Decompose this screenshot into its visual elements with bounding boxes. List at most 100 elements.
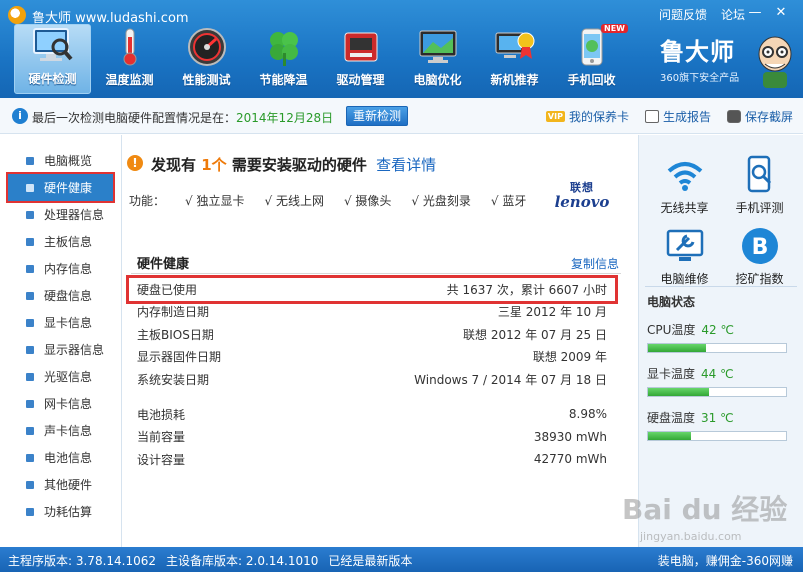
bullet-icon (26, 454, 34, 462)
temp-fill (648, 388, 709, 396)
tool-phone-recycle[interactable]: 手机回收 NEW (553, 24, 630, 94)
db-version: 主设备库版本: 2.0.14.1010 (166, 554, 319, 568)
section-divider (131, 273, 621, 274)
table-row: 电池损耗 8.98% (137, 407, 607, 422)
svg-text:B: B (751, 235, 768, 260)
sidebar-item-battery[interactable]: 电池信息 (0, 444, 121, 471)
vip-icon: VIP (545, 111, 565, 122)
feature-item: √ 光盘刻录 (411, 194, 471, 208)
info-bar: i 最后一次检测电脑硬件配置情况是在：2014年12月28日 重新检测 VIP … (0, 98, 803, 134)
brand-name: 鲁大师 (660, 37, 735, 66)
tool-temperature[interactable]: 温度监测 (91, 24, 168, 94)
last-check-date: 2014年12月28日 (236, 111, 334, 125)
disk-temp: 硬盘温度 31 ℃ (647, 409, 787, 441)
tool-energy-save[interactable]: 节能降温 (245, 24, 322, 94)
close-button[interactable]: ✕ (771, 4, 791, 22)
bullet-icon (26, 373, 34, 381)
bullet-icon (26, 265, 34, 273)
warranty-card-link[interactable]: VIP 我的保养卡 (545, 108, 629, 125)
sidebar-item-disk[interactable]: 硬盘信息 (0, 282, 121, 309)
bullet-icon (26, 481, 34, 489)
generate-report-link[interactable]: 生成报告 (644, 108, 711, 125)
new-badge: NEW (601, 24, 628, 33)
copy-info-link[interactable]: 复制信息 (571, 255, 619, 272)
brand: 鲁大师 360旗下安全产品 (660, 32, 750, 84)
phone-icon (570, 27, 614, 67)
health-table: 硬盘已使用共 1637 次，累计 6607 小时 内存制造日期 三星 2012 年… (126, 275, 618, 391)
sidebar-item-display[interactable]: 显示器信息 (0, 336, 121, 363)
bullet-icon (26, 400, 34, 408)
minimize-button[interactable]: — (745, 4, 765, 22)
sidebar-item-cpu[interactable]: 处理器信息 (0, 201, 121, 228)
pc-repair-tile[interactable]: 电脑维修 (647, 226, 722, 287)
driver-headline: 发现有 1个 需要安装驱动的硬件 查看详情 (151, 156, 437, 174)
sidebar-item-gpu[interactable]: 显卡信息 (0, 309, 121, 336)
document-icon (644, 110, 659, 123)
table-row: 显示器固件日期 联想 2009 年 (137, 350, 607, 365)
ludashi-logo-icon (8, 6, 26, 24)
gpu-temp: 显卡温度 44 ℃ (647, 365, 787, 397)
sidebar-item-hardware-health[interactable]: 硬件健康 (6, 172, 115, 203)
bullet-icon (26, 184, 34, 192)
sidebar-item-power[interactable]: 功耗估算 (0, 498, 121, 525)
recheck-button[interactable]: 重新检测 (346, 106, 408, 126)
bullet-icon (26, 346, 34, 354)
bullet-icon (26, 508, 34, 516)
bullet-icon (26, 211, 34, 219)
forum-link[interactable]: 论坛 (721, 6, 745, 23)
tool-label: 驱动管理 (336, 73, 385, 87)
sidebar-item-network[interactable]: 网卡信息 (0, 390, 121, 417)
info-links: VIP 我的保养卡 生成报告 保存截屏 (545, 108, 793, 125)
feature-item: √ 蓝牙 (490, 194, 527, 208)
pc-award-icon (493, 27, 537, 67)
wifi-icon (662, 155, 708, 195)
bitcoin-icon: B (737, 226, 783, 266)
tool-driver-manage[interactable]: 驱动管理 (322, 24, 399, 94)
sidebar-item-memory[interactable]: 内存信息 (0, 255, 121, 282)
info-icon: i (12, 108, 28, 124)
sidebar-item-other[interactable]: 其他硬件 (0, 471, 121, 498)
tool-label: 性能测试 (182, 73, 231, 87)
sidebar-item-overview[interactable]: 电脑概览 (0, 147, 121, 174)
tool-label: 新机推荐 (490, 73, 539, 87)
last-check-text: 最后一次检测电脑硬件配置情况是在：2014年12月28日 (32, 111, 334, 125)
title-bar: 鲁大师 www.ludashi.com 问题反馈 论坛 — ✕ 硬件检测 温度监… (0, 0, 803, 98)
section-title: 硬件健康 (137, 257, 190, 272)
tool-new-pc[interactable]: 新机推荐 (476, 24, 553, 94)
feedback-link[interactable]: 问题反馈 (659, 6, 707, 23)
cpu-temp-bar (647, 343, 787, 353)
bullet-icon (26, 427, 34, 435)
temp-fill (648, 344, 706, 352)
mining-index-tile[interactable]: B 挖矿指数 (722, 226, 797, 287)
earn-commission-link[interactable]: 装电脑，赚佣金-360网赚 (658, 552, 793, 569)
tool-label: 手机回收 (567, 73, 616, 87)
feature-item: √ 无线上网 (264, 194, 324, 208)
wifi-share-tile[interactable]: 无线共享 (647, 155, 722, 216)
save-screenshot-link[interactable]: 保存截屏 (726, 108, 793, 125)
tool-label: 电脑优化 (413, 73, 462, 87)
bullet-icon (26, 157, 34, 165)
table-row: 设计容量 42770 mWh (137, 452, 607, 467)
tool-performance[interactable]: 性能测试 (168, 24, 245, 94)
table-row: 硬盘已使用共 1637 次，累计 6607 小时 (126, 275, 618, 304)
phone-benchmark-tile[interactable]: 手机评测 (722, 155, 797, 216)
sidebar-item-sound[interactable]: 声卡信息 (0, 417, 121, 444)
view-details-link[interactable]: 查看详情 (376, 156, 436, 174)
monitor-magnifier-icon (31, 26, 75, 66)
tool-label: 温度监测 (105, 73, 154, 87)
feature-label: 功能： (129, 194, 166, 208)
tool-pc-optimize[interactable]: 电脑优化 (399, 24, 476, 94)
cpu-temp: CPU温度 42 ℃ (647, 321, 787, 353)
sidebar-item-optical[interactable]: 光驱信息 (0, 363, 121, 390)
bullet-icon (26, 319, 34, 327)
pc-status-title: 电脑状态 (647, 295, 696, 309)
update-status: 已经是最新版本 (328, 554, 413, 568)
brand-subtitle: 360旗下安全产品 (660, 73, 740, 84)
camera-icon (726, 110, 741, 123)
driver-count: 1个 (201, 156, 227, 174)
right-panel: 无线共享 手机评测 电脑维修 B 挖矿指数 电脑状态 CPU温度 42 ℃ 显卡温… (638, 135, 803, 547)
baidu-watermark-url: jingyan.baidu.com (640, 530, 742, 543)
tool-hardware-check[interactable]: 硬件检测 (14, 24, 91, 94)
clover-icon (262, 27, 306, 67)
sidebar-item-motherboard[interactable]: 主板信息 (0, 228, 121, 255)
